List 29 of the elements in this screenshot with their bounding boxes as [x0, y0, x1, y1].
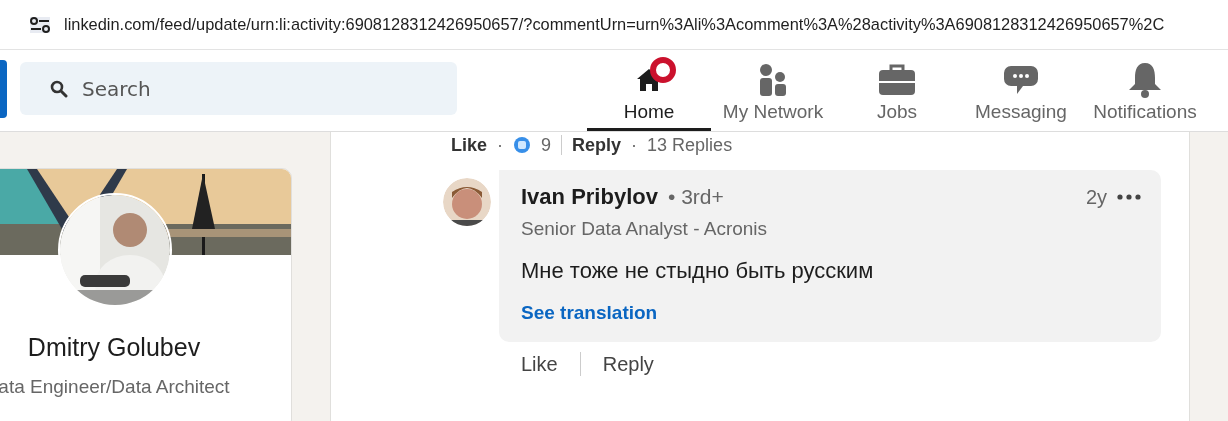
- chat-bubble-icon: [1003, 64, 1039, 96]
- author-headline: Senior Data Analyst - Acronis: [521, 218, 769, 240]
- profile-name[interactable]: Dmitry Golubev: [0, 333, 291, 362]
- see-translation-link[interactable]: See translation: [521, 302, 658, 324]
- reaction-icon: [513, 136, 532, 154]
- author-name[interactable]: Ivan Pribylov: [521, 184, 658, 210]
- nav-tab[interactable]: Notifications: [1083, 50, 1207, 131]
- briefcase-icon: [878, 64, 916, 96]
- logo-edge[interactable]: [0, 59, 7, 118]
- site-settings-icon[interactable]: [30, 16, 50, 33]
- like-button[interactable]: Like: [451, 135, 488, 155]
- comment-text: Мне тоже не стыдно быть русским: [521, 258, 875, 284]
- profile-headline: ata Engineer/Data Architect: [0, 376, 231, 398]
- search-field[interactable]: Search: [20, 62, 457, 115]
- reaction-count[interactable]: 9: [541, 135, 552, 155]
- separator-dot: ·: [497, 135, 504, 155]
- reply-button[interactable]: Reply: [572, 135, 622, 155]
- nav-tab[interactable]: My Network: [711, 50, 835, 131]
- more-options-icon[interactable]: [1117, 194, 1141, 200]
- nav-tab[interactable]: Jobs: [835, 50, 959, 131]
- connection-degree: • 3rd+: [667, 185, 724, 209]
- comment-time: 2y: [1085, 185, 1107, 209]
- search-icon: [50, 80, 68, 98]
- replies-link[interactable]: 13 Replies: [647, 135, 733, 155]
- comment-action-button[interactable]: Reply: [602, 352, 654, 376]
- separator-dot: ·: [631, 135, 638, 155]
- bell-icon: [1127, 62, 1163, 98]
- comment-action-button[interactable]: Like: [521, 352, 558, 376]
- nav-tab[interactable]: Messaging: [959, 50, 1083, 131]
